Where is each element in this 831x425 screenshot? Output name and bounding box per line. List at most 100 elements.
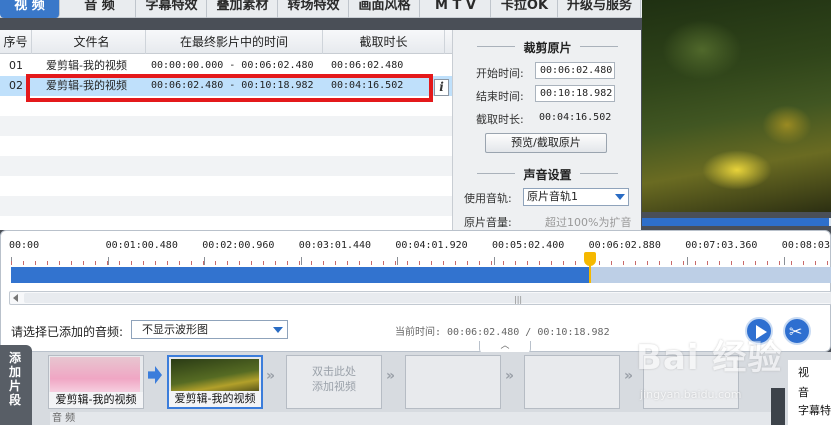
clip-label: 爱剪辑-我的视频 <box>169 391 261 407</box>
duration-label: 截取时长: <box>476 113 524 126</box>
table-header: 序号 文件名 在最终影片中的时间 截取时长 <box>0 30 452 54</box>
audio-select-label: 请选择已添加的音频: <box>11 325 124 339</box>
column-header-index: 序号 <box>0 30 32 54</box>
tab-mtv[interactable]: M T V <box>421 0 491 18</box>
ruler-tick-label: 00:03:01.440 <box>298 240 372 251</box>
main-tab-bar: 视 频 音 频 字幕特效 叠加素材 转场特效 画面风格 M T V 卡拉OK 升… <box>0 0 642 18</box>
tab-video[interactable]: 视 频 <box>0 0 60 18</box>
storyboard-clip[interactable]: 爱剪辑-我的视频 <box>48 355 144 409</box>
preview-crop-button[interactable]: 预览/截取原片 <box>485 133 607 153</box>
double-chevron-right-icon: » <box>386 368 396 384</box>
storyboard-scroll-button[interactable] <box>771 388 785 425</box>
side-list-item[interactable]: 视 <box>798 364 809 380</box>
row-time-range: 00:00:00.000 - 00:06:02.480 <box>151 60 314 71</box>
column-header-duration: 截取时长 <box>323 30 445 54</box>
empty-slot-hint: 双击此处 添加视频 <box>287 364 381 394</box>
preview-highlight <box>702 150 772 190</box>
audio-waveform-value: 不显示波形图 <box>142 323 208 336</box>
double-chevron-right-icon: » <box>266 368 276 384</box>
audio-track-value: 原片音轨1 <box>527 190 578 203</box>
add-clip-tab[interactable]: 添 加 片 段 <box>0 345 32 425</box>
end-time-field[interactable]: 00:10:18.982 <box>535 85 615 102</box>
chevron-down-icon <box>615 194 625 200</box>
scroll-left-icon[interactable] <box>13 294 18 302</box>
row-index: 02 <box>9 79 23 92</box>
crop-settings-panel: 裁剪原片 开始时间: 00:06:02.480 结束时间: 00:10:18.9… <box>452 30 641 230</box>
empty-clip-slot[interactable]: 双击此处 添加视频 <box>286 355 382 409</box>
clip-thumbnail <box>171 359 259 395</box>
tab-picture-style[interactable]: 画面风格 <box>350 0 420 18</box>
timeline-track[interactable] <box>11 267 831 283</box>
playhead-handle[interactable] <box>584 252 596 266</box>
empty-slot-hint-line2: 添加视频 <box>312 380 356 393</box>
double-chevron-right-icon: » <box>505 368 515 384</box>
audio-waveform-select[interactable]: 不显示波形图 <box>131 320 288 339</box>
ruler-tick-label: 00:07:03.360 <box>685 240 758 251</box>
storyboard-audio-track[interactable]: 音 频 <box>50 412 785 425</box>
info-icon[interactable]: i <box>434 79 449 96</box>
divider <box>580 46 618 47</box>
timeline-scrollbar[interactable]: ||| <box>9 291 831 305</box>
empty-clip-slot[interactable] <box>405 355 501 409</box>
preview-progress-fill <box>642 218 829 226</box>
side-list-item[interactable]: 字幕特 <box>798 402 831 418</box>
divider <box>580 173 618 174</box>
play-button[interactable] <box>745 317 773 345</box>
empty-slot-hint-line1: 双击此处 <box>312 365 356 378</box>
preview-highlight <box>762 105 812 145</box>
preview-progress-bar[interactable] <box>642 218 831 226</box>
video-preview[interactable] <box>642 0 831 212</box>
table-row[interactable]: 01 爱剪辑-我的视频 00:00:00.000 - 00:06:02.480 … <box>0 56 452 76</box>
timeline-played-fill <box>11 267 590 283</box>
column-header-filename: 文件名 <box>38 30 146 54</box>
highlight-annotation-box <box>26 74 433 102</box>
ruler-tick-label: 00:00 <box>9 240 40 251</box>
start-time-field[interactable]: 00:06:02.480 <box>535 62 615 79</box>
clip-table: 序号 文件名 在最终影片中的时间 截取时长 01 爱剪辑-我的视频 00:00:… <box>0 30 452 230</box>
crop-section-title: 裁剪原片 <box>523 41 572 55</box>
ruler-tick-label: 00:04:01.920 <box>395 240 468 251</box>
volume-label: 原片音量: <box>464 216 512 229</box>
storyboard-clip-selected[interactable]: 爱剪辑-我的视频 <box>167 355 263 409</box>
tab-audio[interactable]: 音 频 <box>64 0 136 18</box>
duration-value: 00:04:16.502 <box>539 112 612 123</box>
start-time-label: 开始时间: <box>476 67 524 80</box>
cut-button[interactable]: ✂ <box>783 317 811 345</box>
clip-label: 爱剪辑-我的视频 <box>49 392 143 408</box>
tab-subtitle-effects[interactable]: 字幕特效 <box>137 0 207 18</box>
empty-clip-slot[interactable] <box>643 355 739 409</box>
empty-row <box>0 196 452 216</box>
tab-karaoke[interactable]: 卡拉OK <box>492 0 558 18</box>
ruler-tick-label: 00:01:00.480 <box>105 240 178 251</box>
double-chevron-right-icon: » <box>624 368 634 384</box>
audio-track-select[interactable]: 原片音轨1 <box>523 188 629 206</box>
ruler-tick-label: 00:02:00.960 <box>202 240 275 251</box>
scrollbar-grip: ||| <box>514 295 523 304</box>
tab-overlay-materials[interactable]: 叠加素材 <box>208 0 278 18</box>
timeline-ruler[interactable]: 00:00 00:01:00.480 00:02:00.960 00:03:01.44… <box>9 231 831 265</box>
playhead-line <box>589 265 591 283</box>
scrollbar-thumb[interactable]: ||| <box>24 293 831 304</box>
sound-section-title: 声音设置 <box>523 168 572 182</box>
volume-hint: 超过100%为扩音 <box>545 216 632 229</box>
timeline-panel: 00:00 00:01:00.480 00:02:00.960 00:03:01.44… <box>0 230 831 353</box>
play-icon <box>756 325 767 339</box>
empty-row <box>0 156 452 176</box>
storyboard-side-list: 视 音 字幕特 <box>788 360 831 425</box>
row-filename: 爱剪辑-我的视频 <box>46 59 127 72</box>
clip-thumbnail <box>50 357 140 393</box>
ruler-tick-label: 00:05:02.400 <box>492 240 565 251</box>
audio-track-label: 使用音轨: <box>464 192 512 205</box>
column-header-final-time: 在最终影片中的时间 <box>146 30 323 54</box>
end-time-label: 结束时间: <box>476 90 524 103</box>
tab-transition-effects[interactable]: 转场特效 <box>279 0 349 18</box>
add-clip-tab-char: 段 <box>9 393 22 407</box>
ruler-tick-label: 00:06:02.880 <box>588 240 661 251</box>
preview-highlight <box>662 20 742 80</box>
tab-upgrade-service[interactable]: 升级与服务 <box>559 0 641 18</box>
current-time-readout: 当前时间: 00:06:02.480 / 00:10:18.982 <box>395 327 610 338</box>
empty-row <box>0 116 452 136</box>
empty-clip-slot[interactable] <box>524 355 620 409</box>
ruler-tick-label: 00:08:03.840 <box>781 240 831 251</box>
side-list-item[interactable]: 音 <box>798 384 809 400</box>
